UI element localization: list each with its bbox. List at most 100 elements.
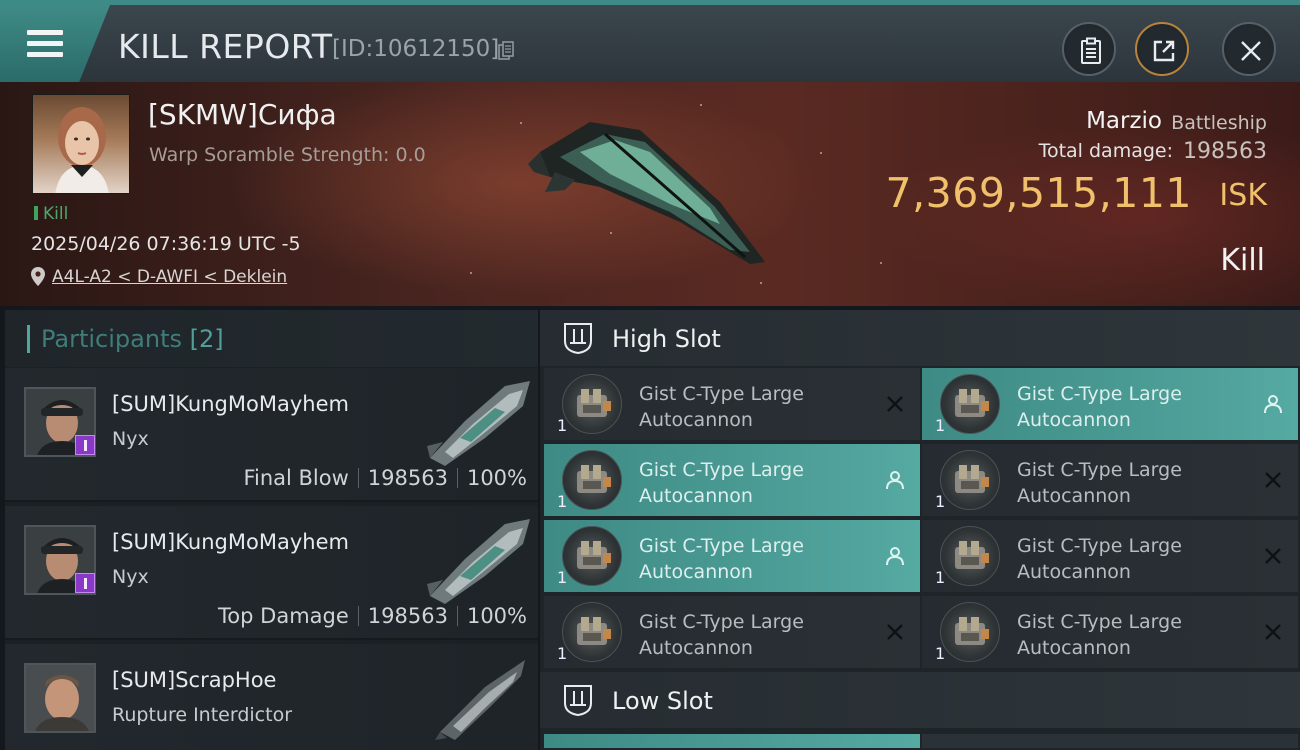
victim-ship-image bbox=[528, 122, 765, 264]
destroyed-x-icon bbox=[1265, 624, 1281, 640]
participant-avatar[interactable] bbox=[24, 663, 96, 733]
module-tile[interactable]: 1 Gist C-Type Large Autocannon bbox=[544, 596, 920, 668]
participant-percent: 100% bbox=[466, 604, 527, 628]
participant-percent: 100% bbox=[466, 466, 527, 490]
copy-icon[interactable] bbox=[498, 41, 514, 60]
kill-banner: [SKMW]Сифа Warp Soramble Strength: 0.0 K… bbox=[0, 82, 1300, 306]
isk-unit: ISK bbox=[1219, 178, 1267, 213]
role-badge-icon bbox=[75, 573, 95, 593]
low-slot-title: Low Slot bbox=[612, 687, 713, 715]
module-name: Gist C-Type Large Autocannon bbox=[639, 611, 804, 659]
participant-ship: Nyx bbox=[112, 428, 149, 450]
participant-row[interactable]: [SUM]KungMoMayhem Nyx Top Damage 198563 10… bbox=[5, 506, 538, 640]
participant-name[interactable]: [SUM]KungMoMayhem bbox=[112, 530, 349, 554]
destroyed-x-icon bbox=[1265, 472, 1281, 488]
module-name: Gist C-Type Large Autocannon bbox=[1017, 383, 1182, 431]
participant-name[interactable]: [SUM]ScrapHoe bbox=[112, 668, 276, 692]
clipboard-icon bbox=[1081, 37, 1101, 64]
participants-panel: Participants [2] [SUM]KungMoMayhem Nyx F… bbox=[5, 310, 538, 750]
share-button[interactable] bbox=[1135, 22, 1189, 76]
title-bar: KILL REPORT [ID:10612150] bbox=[0, 0, 1300, 82]
autocannon-icon bbox=[562, 526, 622, 586]
share-icon bbox=[1153, 40, 1175, 62]
dropped-person-icon bbox=[886, 547, 904, 566]
hamburger-icon bbox=[27, 30, 63, 58]
module-name: Gist C-Type Large Autocannon bbox=[639, 459, 804, 507]
module-tile[interactable]: 1 Gist C-Type Large Autocannon bbox=[544, 368, 920, 440]
module-name: Gist C-Type Large Autocannon bbox=[639, 383, 804, 431]
module-quantity: 1 bbox=[935, 568, 946, 587]
autocannon-icon bbox=[940, 602, 1000, 662]
fitting-panel: High Slot 1 Gist C-Type Large Autocannon 1… bbox=[540, 310, 1300, 750]
total-damage-value: 198563 bbox=[1183, 139, 1267, 164]
close-button[interactable] bbox=[1222, 22, 1276, 76]
module-quantity: 1 bbox=[935, 416, 946, 435]
location-pin-icon bbox=[31, 267, 45, 286]
kill-tag: Kill bbox=[34, 204, 68, 224]
participant-row[interactable]: [SUM]ScrapHoe Rupture Interdictor bbox=[5, 644, 538, 750]
autocannon-icon bbox=[562, 374, 622, 434]
clipboard-button[interactable] bbox=[1062, 22, 1116, 76]
report-id: [ID:10612150] bbox=[332, 36, 500, 62]
participant-damage: 198563 bbox=[367, 604, 448, 628]
module-name: Gist C-Type Large Autocannon bbox=[1017, 459, 1182, 507]
high-slot-title: High Slot bbox=[612, 325, 721, 353]
module-quantity: 1 bbox=[935, 492, 946, 511]
victim-avatar[interactable] bbox=[32, 94, 130, 194]
page-title: KILL REPORT bbox=[118, 27, 333, 66]
participants-title: Participants bbox=[41, 325, 182, 353]
participant-ship-image bbox=[435, 660, 525, 740]
autocannon-icon bbox=[940, 526, 1000, 586]
low-slot-module-partial[interactable] bbox=[922, 734, 1298, 748]
low-slot-module-partial[interactable] bbox=[544, 734, 920, 748]
destroyed-x-icon bbox=[887, 624, 903, 640]
victim-name[interactable]: [SKMW]Сифа bbox=[148, 98, 337, 131]
high-slot-icon bbox=[564, 323, 592, 355]
high-slot-header: High Slot bbox=[540, 310, 1300, 366]
participants-count: [2] bbox=[189, 325, 224, 353]
participant-name[interactable]: [SUM]KungMoMayhem bbox=[112, 392, 349, 416]
participant-ship-image bbox=[427, 381, 530, 466]
dropped-person-icon bbox=[1264, 395, 1282, 414]
participant-damage: 198563 bbox=[367, 466, 448, 490]
low-slot-icon bbox=[564, 685, 592, 717]
total-damage-label: Total damage: bbox=[1038, 140, 1173, 162]
low-slot-header: Low Slot bbox=[540, 672, 1300, 728]
participant-row[interactable]: [SUM]KungMoMayhem Nyx Final Blow 198563 10… bbox=[5, 368, 538, 502]
menu-button[interactable] bbox=[0, 5, 110, 82]
module-tile[interactable]: 1 Gist C-Type Large Autocannon bbox=[922, 596, 1298, 668]
module-tile[interactable]: 1 Gist C-Type Large Autocannon bbox=[922, 520, 1298, 592]
module-quantity: 1 bbox=[935, 644, 946, 663]
kill-result: Kill bbox=[1220, 243, 1265, 278]
module-quantity: 1 bbox=[557, 568, 568, 587]
destroyed-x-icon bbox=[887, 396, 903, 412]
isk-value: 7,369,515,111 bbox=[885, 169, 1192, 217]
dropped-person-icon bbox=[886, 471, 904, 490]
module-quantity: 1 bbox=[557, 416, 568, 435]
close-icon bbox=[1241, 41, 1261, 61]
participant-ship-image bbox=[427, 519, 530, 604]
module-quantity: 1 bbox=[557, 492, 568, 511]
autocannon-icon bbox=[940, 374, 1000, 434]
participant-label: Final Blow bbox=[243, 466, 349, 490]
ship-class: Battleship bbox=[1171, 112, 1267, 134]
kill-datetime: 2025/04/26 07:36:19 UTC -5 bbox=[31, 233, 301, 255]
autocannon-icon bbox=[562, 450, 622, 510]
module-tile[interactable]: 1 Gist C-Type Large Autocannon bbox=[922, 444, 1298, 516]
module-quantity: 1 bbox=[557, 644, 568, 663]
module-tile[interactable]: 1 Gist C-Type Large Autocannon bbox=[544, 444, 920, 516]
participants-header: Participants [2] bbox=[5, 310, 538, 367]
participant-label: Top Damage bbox=[218, 604, 349, 628]
module-name: Gist C-Type Large Autocannon bbox=[1017, 611, 1182, 659]
autocannon-icon bbox=[562, 602, 622, 662]
participant-ship: Nyx bbox=[112, 566, 149, 588]
module-tile[interactable]: 1 Gist C-Type Large Autocannon bbox=[544, 520, 920, 592]
autocannon-icon bbox=[940, 450, 1000, 510]
location-link[interactable]: A4L-A2 < D-AWFI < Deklein bbox=[52, 267, 287, 287]
ship-name: Marzio bbox=[1086, 108, 1162, 134]
warp-scramble-strength: Warp Soramble Strength: 0.0 bbox=[149, 144, 426, 166]
module-tile[interactable]: 1 Gist C-Type Large Autocannon bbox=[922, 368, 1298, 440]
role-badge-icon bbox=[75, 435, 95, 455]
module-name: Gist C-Type Large Autocannon bbox=[1017, 535, 1182, 583]
participant-ship: Rupture Interdictor bbox=[112, 704, 292, 726]
